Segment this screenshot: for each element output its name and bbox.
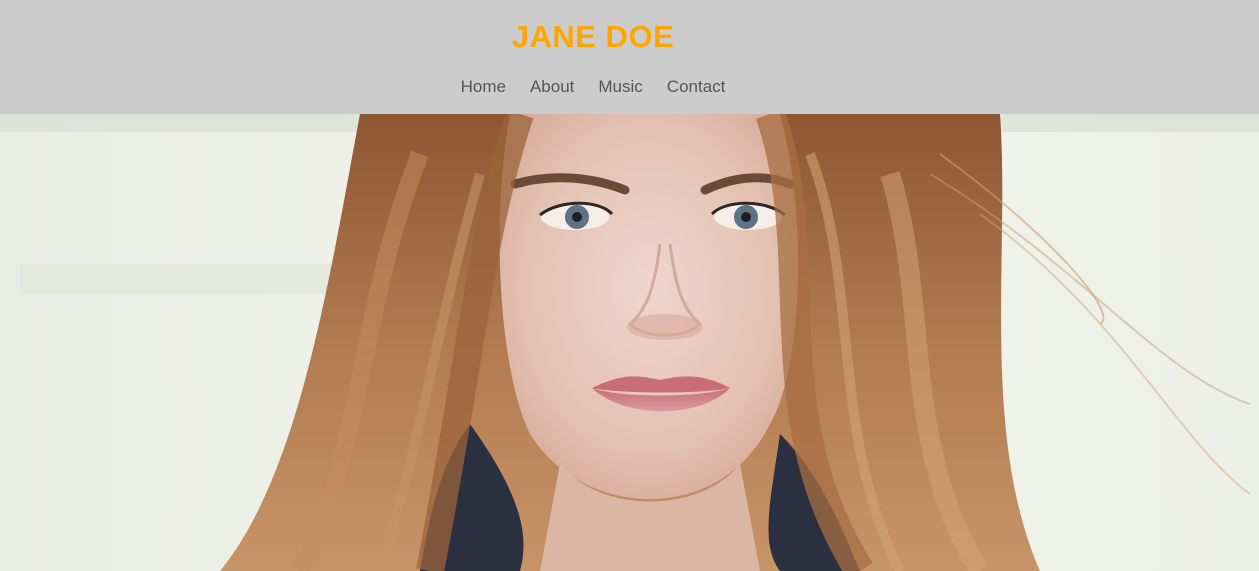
nav-link-home[interactable]: Home xyxy=(461,74,506,100)
nav-link-contact[interactable]: Contact xyxy=(667,74,726,100)
site-brand[interactable]: JANE DOE xyxy=(0,17,1186,57)
hero-image xyxy=(0,114,1259,571)
portrait-photo xyxy=(0,114,1259,571)
nav-link-music[interactable]: Music xyxy=(598,74,642,100)
site-header: JANE DOE Home About Music Contact xyxy=(0,0,1259,114)
nav-link-about[interactable]: About xyxy=(530,74,574,100)
main-nav: Home About Music Contact xyxy=(0,74,1186,100)
